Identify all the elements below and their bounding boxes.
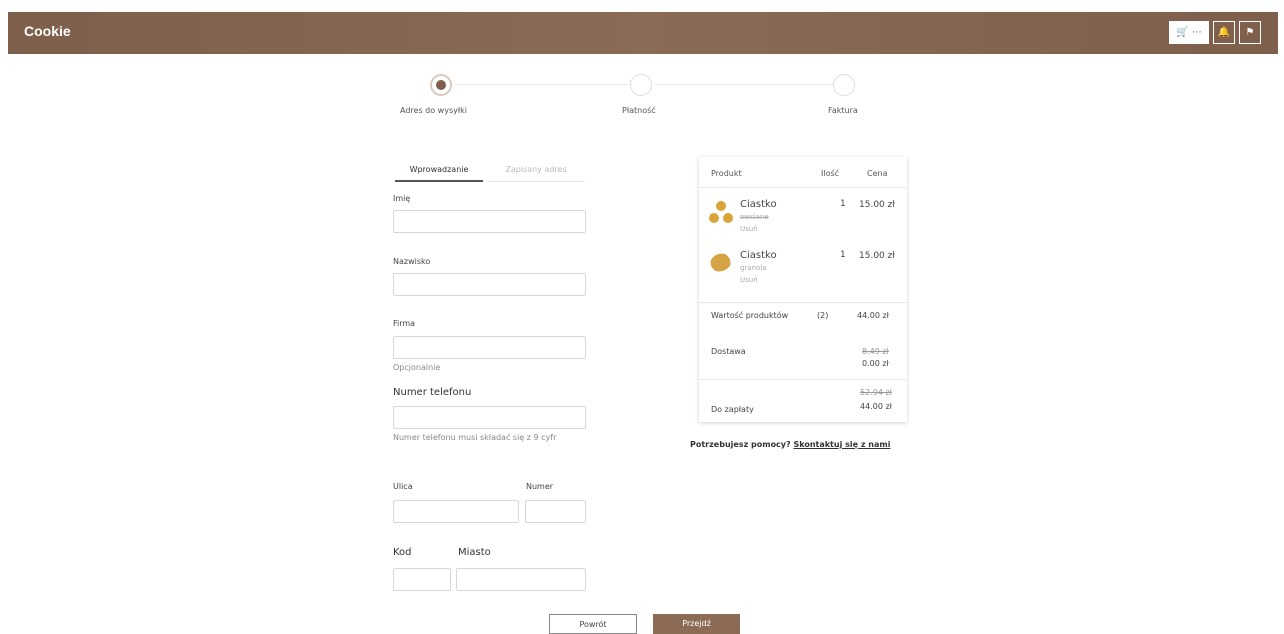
checkout-stepper: Adres do wysyłki Płatność Faktura: [380, 74, 880, 124]
divider: [699, 379, 907, 380]
product-name: Ciastko granola Usuń: [740, 250, 777, 284]
divider: [699, 187, 907, 188]
stepper-line: [655, 84, 835, 85]
company-label: Firma: [393, 319, 416, 328]
products-count: (2): [817, 311, 829, 320]
order-summary: Produkt Ilość Cena Ciastko owsiane Usuń …: [699, 157, 907, 422]
user-icon[interactable]: ⚑: [1239, 21, 1261, 44]
step-indicator-invoice: [833, 74, 855, 96]
street-input[interactable]: [393, 500, 519, 523]
phone-label: Numer telefonu: [393, 387, 472, 398]
step-indicator-payment: [630, 74, 652, 96]
stepper-line: [455, 84, 628, 85]
products-value: 44.00 zł: [857, 311, 889, 320]
step-label-shipping: Adres do wysyłki: [400, 106, 467, 115]
product-qty: 1: [840, 199, 846, 209]
col-header-price: Cena: [867, 169, 888, 178]
top-navbar: Cookie 🛒 ⋯ 🔔 ⚑: [8, 12, 1278, 54]
product-name: Ciastko owsiane Usuń: [740, 199, 777, 233]
street-label: Ulica: [393, 482, 413, 491]
col-header-product: Produkt: [711, 169, 742, 178]
city-label: Miasto: [458, 547, 491, 558]
zip-label: Kod: [393, 547, 412, 558]
col-header-qty: Ilość: [821, 169, 840, 178]
contact-link[interactable]: Skontaktuj się z nami: [793, 440, 890, 449]
product-qty: 1: [840, 250, 846, 260]
city-input[interactable]: [456, 568, 586, 591]
product-price: 15.00 zł: [859, 200, 895, 210]
next-button[interactable]: Przejdź: [653, 614, 740, 634]
divider: [699, 302, 907, 303]
product-price: 15.00 zł: [859, 251, 895, 261]
phone-hint: Numer telefonu musi składać się z 9 cyfr: [393, 433, 557, 442]
back-button[interactable]: Powrót: [549, 614, 637, 634]
cart-button[interactable]: 🛒 ⋯: [1169, 21, 1209, 44]
step-label-payment: Płatność: [622, 106, 656, 115]
company-input[interactable]: [393, 336, 586, 359]
step-label-invoice: Faktura: [828, 106, 858, 115]
step-indicator-shipping: [430, 74, 452, 96]
surname-input[interactable]: [393, 273, 586, 296]
surname-label: Nazwisko: [393, 257, 431, 266]
products-value-label: Wartość produktów: [711, 311, 789, 320]
brand-logo[interactable]: Cookie: [24, 23, 71, 39]
number-label: Numer: [526, 482, 554, 491]
delivery-price: 0.00 zł: [862, 359, 889, 368]
name-input[interactable]: [393, 210, 586, 233]
cookie-product-icon: [710, 253, 731, 272]
help-text: Potrzebujesz pomocy? Skontaktuj się z na…: [690, 440, 890, 449]
help-question: Potrzebujesz pomocy?: [690, 440, 791, 449]
tab-saved-address[interactable]: Zapisany adres: [487, 158, 585, 182]
zip-input[interactable]: [393, 568, 451, 591]
total-old-price: 52.94 zł: [860, 388, 892, 397]
delivery-label: Dostawa: [711, 347, 746, 356]
cookie-product-icon: [709, 201, 733, 223]
phone-input[interactable]: [393, 406, 586, 429]
name-label: Imię: [393, 194, 411, 203]
number-input[interactable]: [525, 500, 586, 523]
company-hint: Opcjonalnie: [393, 363, 441, 372]
total-label: Do zapłaty: [711, 405, 754, 414]
total-value: 44.00 zł: [860, 402, 892, 411]
delivery-old-price: 8.49 zł: [862, 347, 889, 356]
bell-icon[interactable]: 🔔: [1213, 21, 1235, 44]
tab-manual-address[interactable]: Wprowadzanie: [395, 158, 483, 182]
